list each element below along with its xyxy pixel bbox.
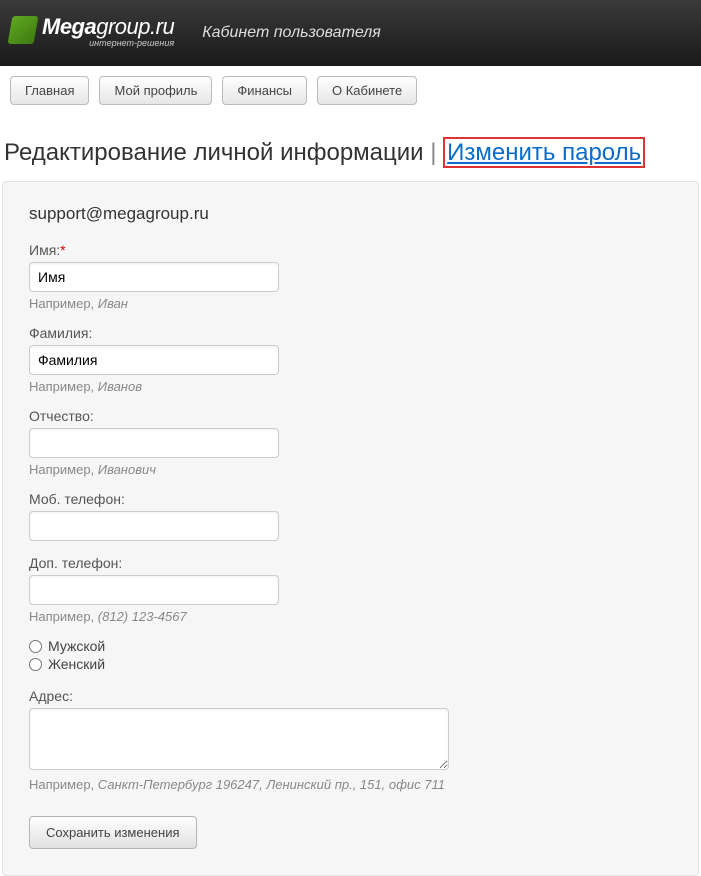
form-panel: support@megagroup.ru Имя:* Например, Ива…: [2, 181, 699, 876]
title-separator: |: [430, 139, 436, 166]
logo[interactable]: Megagroup.ru интернет-решения: [10, 14, 174, 48]
name-label: Имя:*: [29, 242, 672, 258]
nav-finance-button[interactable]: Финансы: [222, 76, 307, 105]
gender-male-radio[interactable]: [29, 640, 42, 653]
field-patronymic: Отчество: Например, Иванович: [29, 408, 672, 477]
gender-female-row[interactable]: Женский: [29, 656, 672, 672]
app-header: Megagroup.ru интернет-решения Кабинет по…: [0, 0, 701, 66]
extra-phone-label: Доп. телефон:: [29, 555, 672, 571]
main-toolbar: Главная Мой профиль Финансы О Кабинете: [0, 66, 701, 115]
field-surname: Фамилия: Например, Иванов: [29, 325, 672, 394]
field-name: Имя:* Например, Иван: [29, 242, 672, 311]
logo-tagline: интернет-решения: [89, 38, 174, 48]
gender-female-radio[interactable]: [29, 658, 42, 671]
address-hint: Например, Санкт-Петербург 196247, Ленинс…: [29, 777, 672, 792]
extra-phone-input[interactable]: [29, 575, 279, 605]
surname-hint: Например, Иванов: [29, 379, 672, 394]
mobile-input[interactable]: [29, 511, 279, 541]
field-extra-phone: Доп. телефон: Например, (812) 123-4567: [29, 555, 672, 624]
surname-input[interactable]: [29, 345, 279, 375]
gender-male-row[interactable]: Мужской: [29, 638, 672, 654]
nav-home-button[interactable]: Главная: [10, 76, 89, 105]
gender-female-label: Женский: [48, 656, 105, 672]
change-password-link[interactable]: Изменить пароль: [443, 137, 645, 168]
nav-about-button[interactable]: О Кабинете: [317, 76, 417, 105]
gender-group: Мужской Женский: [29, 638, 672, 672]
extra-phone-hint: Например, (812) 123-4567: [29, 609, 672, 624]
patronymic-input[interactable]: [29, 428, 279, 458]
logo-text: Megagroup.ru: [42, 14, 174, 40]
nav-profile-button[interactable]: Мой профиль: [99, 76, 212, 105]
logo-icon: [8, 16, 39, 44]
address-label: Адрес:: [29, 688, 672, 704]
save-button[interactable]: Сохранить изменения: [29, 816, 197, 849]
surname-label: Фамилия:: [29, 325, 672, 341]
mobile-label: Моб. телефон:: [29, 491, 672, 507]
patronymic-hint: Например, Иванович: [29, 462, 672, 477]
name-hint: Например, Иван: [29, 296, 672, 311]
field-mobile: Моб. телефон:: [29, 491, 672, 541]
header-title: Кабинет пользователя: [202, 24, 381, 42]
address-textarea[interactable]: [29, 708, 449, 770]
patronymic-label: Отчество:: [29, 408, 672, 424]
gender-male-label: Мужской: [48, 638, 105, 654]
page-title: Редактирование личной информации | Измен…: [0, 115, 701, 181]
name-input[interactable]: [29, 262, 279, 292]
field-address: Адрес: Например, Санкт-Петербург 196247,…: [29, 688, 672, 792]
user-email: support@megagroup.ru: [29, 204, 672, 224]
